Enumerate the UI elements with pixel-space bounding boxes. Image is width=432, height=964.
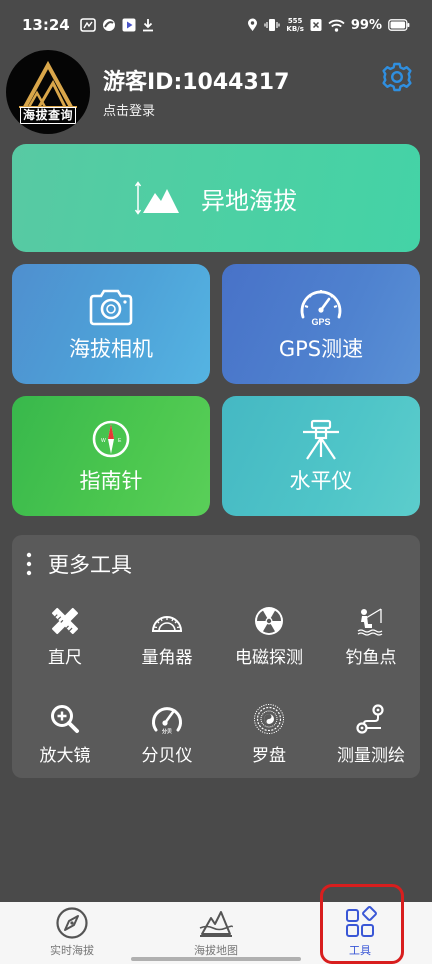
profile-header: 海拔查询 游客ID:1044317 点击登录	[0, 48, 432, 134]
status-bar: 13:24 555 KB/s 99%	[0, 0, 432, 50]
status-left: 13:24	[22, 16, 154, 34]
gps-speed-label: GPS测速	[278, 337, 364, 361]
radiation-icon	[255, 607, 283, 635]
nav-realtime-label: 实时海拔	[50, 944, 94, 957]
ruler-icon	[51, 607, 79, 635]
vertical-dots-icon	[26, 552, 32, 576]
net-speed-value: 555	[287, 17, 303, 25]
tool-ruler[interactable]: 直尺	[14, 605, 116, 685]
magnifier-icon	[51, 705, 79, 733]
spirit-level-card[interactable]: 水平仪	[222, 396, 420, 516]
settings-button[interactable]	[380, 60, 414, 94]
battery-icon	[388, 19, 410, 31]
tool-luopan[interactable]: 罗盘	[218, 703, 320, 783]
spirit-level-label: 水平仪	[289, 469, 353, 493]
tool-decibel-label: 分贝仪	[141, 746, 193, 766]
gps-speed-card[interactable]: GPS GPS测速	[222, 264, 420, 384]
wifi-icon	[328, 19, 345, 32]
gear-icon	[382, 62, 412, 92]
tool-fishing-spot[interactable]: 钓鱼点	[320, 605, 422, 685]
status-time: 13:24	[22, 16, 70, 34]
tool-magnifier[interactable]: 放大镜	[14, 703, 116, 783]
download-icon	[142, 18, 154, 32]
decibel-meter-icon: 分贝	[152, 707, 182, 735]
net-speed: 555 KB/s	[286, 17, 303, 33]
vibrate-icon	[264, 18, 280, 32]
swirl-icon	[102, 18, 116, 32]
tool-luopan-label: 罗盘	[252, 746, 286, 766]
compass-card[interactable]: W E 指南针	[12, 396, 210, 516]
tripod-level-icon	[303, 419, 339, 460]
svg-text:E: E	[118, 438, 122, 444]
route-icon	[356, 704, 384, 734]
location-icon	[247, 18, 258, 32]
net-speed-unit: KB/s	[286, 25, 304, 33]
camera-icon	[89, 289, 133, 326]
tool-emf-label: 电磁探测	[235, 648, 303, 668]
mountain-height-icon	[135, 181, 179, 215]
altitude-camera-card[interactable]: 海拔相机	[12, 264, 210, 384]
compass-icon: W E	[92, 420, 130, 458]
svg-text:分贝: 分贝	[162, 728, 172, 735]
altitude-camera-label: 海拔相机	[69, 337, 153, 361]
x-icon	[310, 18, 322, 32]
tool-ruler-label: 直尺	[48, 648, 82, 668]
avatar[interactable]: 海拔查询	[6, 50, 90, 134]
login-link[interactable]: 点击登录	[103, 100, 155, 119]
app-icon	[79, 18, 96, 32]
mountain-logo-icon	[19, 60, 77, 108]
fishing-icon	[357, 608, 383, 636]
mountain-map-icon	[199, 911, 233, 937]
protractor-icon	[151, 616, 183, 632]
tool-protractor-label: 量角器	[141, 648, 193, 668]
tool-emf-detector[interactable]: 电磁探测	[218, 605, 320, 685]
svg-text:W: W	[101, 438, 106, 444]
tool-protractor[interactable]: 量角器	[116, 605, 218, 685]
luopan-icon	[254, 704, 284, 734]
avatar-caption: 海拔查询	[19, 106, 76, 124]
tool-survey-label: 测量测绘	[337, 746, 405, 766]
remote-altitude-label: 异地海拔	[201, 186, 297, 215]
nav-realtime-altitude[interactable]: 实时海拔	[2, 902, 142, 964]
more-tools-panel: 更多工具 直尺 量角器 电磁探测 钓鱼点 放大镜 分贝 分贝仪 罗盘 测量测绘	[12, 535, 420, 778]
more-tools-title: 更多工具	[48, 553, 132, 577]
play-icon	[122, 18, 136, 32]
user-id: 游客ID:1044317	[103, 70, 290, 95]
status-right: 555 KB/s 99%	[247, 17, 410, 33]
nav-altitude-map[interactable]: 海拔地图	[146, 902, 286, 964]
tool-survey-mapping[interactable]: 测量测绘	[320, 703, 422, 783]
home-indicator[interactable]	[131, 957, 301, 961]
tool-fishing-label: 钓鱼点	[345, 648, 397, 668]
compass-nav-icon	[56, 907, 88, 939]
speedometer-icon: GPS	[300, 290, 342, 327]
compass-label: 指南针	[79, 469, 143, 493]
speedometer-gps-text: GPS	[311, 317, 330, 327]
tool-magnifier-label: 放大镜	[39, 746, 91, 766]
battery-percent: 99%	[350, 17, 382, 33]
remote-altitude-card[interactable]: 异地海拔	[12, 144, 420, 252]
nav-map-label: 海拔地图	[194, 944, 238, 957]
tools-highlight-frame	[320, 884, 404, 964]
tool-decibel-meter[interactable]: 分贝 分贝仪	[116, 703, 218, 783]
